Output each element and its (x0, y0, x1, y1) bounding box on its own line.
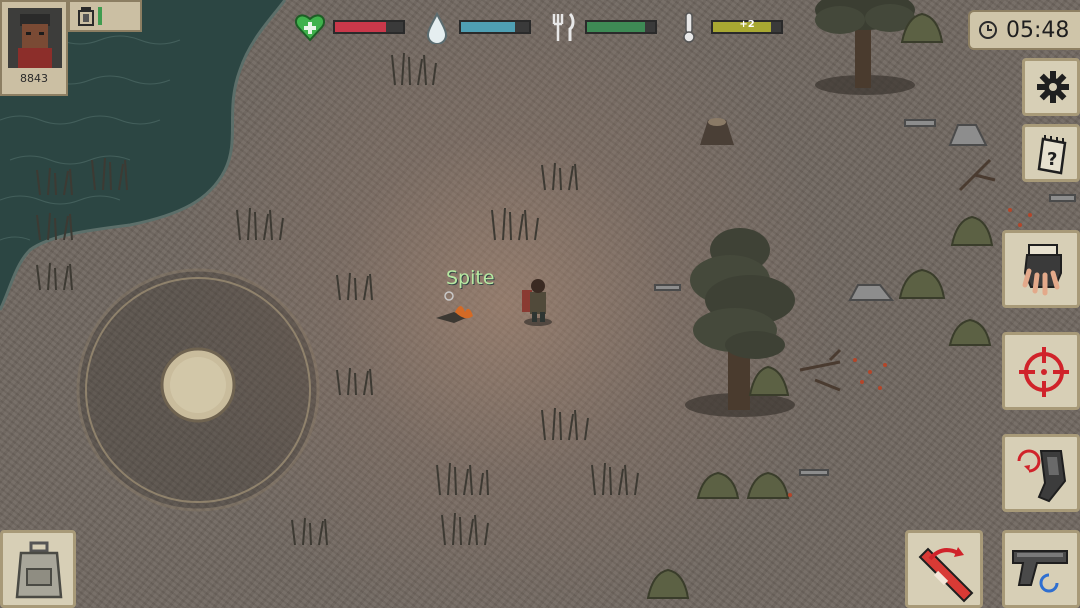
grab-hand-icon (1022, 244, 1062, 296)
swap-weapon-button[interactable] (905, 530, 983, 608)
berries (788, 208, 1032, 497)
game-clock: 05:48 (968, 10, 1080, 50)
tree-top (815, 0, 915, 95)
flare-swap-icon (918, 547, 974, 603)
player-character (522, 279, 552, 326)
heart-plus-icon (295, 14, 325, 42)
game-world[interactable]: Spite (0, 0, 1080, 608)
fork-knife-icon (552, 12, 575, 41)
notepad-question-icon: ? (1037, 135, 1067, 175)
campfire (436, 291, 473, 323)
pistol-icon (1012, 550, 1068, 593)
clock-icon (979, 21, 997, 39)
light-slot[interactable] (68, 0, 142, 32)
clock-time: 05:48 (1006, 17, 1070, 43)
avatar (8, 8, 62, 68)
world-scenery (0, 0, 1076, 599)
crosshair-icon (1019, 347, 1069, 397)
hunger-bar (585, 20, 657, 34)
water-drop-icon (426, 11, 448, 44)
gear-icon (1037, 71, 1069, 103)
thermometer-icon (683, 12, 695, 43)
bushes (646, 12, 994, 599)
health-bar (333, 20, 405, 34)
dead-branches (799, 158, 996, 392)
weapon-button[interactable] (1002, 530, 1080, 608)
virtual-joystick (76, 268, 320, 512)
journal-button[interactable]: ? (1022, 124, 1080, 182)
inventory-button[interactable] (0, 530, 76, 608)
lantern-icon (78, 7, 94, 26)
temperature-bar: +2 (711, 19, 783, 34)
tree-stump (700, 118, 734, 145)
player-id-number: 8843 (20, 72, 48, 85)
settings-button[interactable] (1022, 58, 1080, 116)
player-portrait[interactable]: 8843 (0, 0, 68, 96)
light-fuel-bar (98, 7, 102, 25)
player-name-label: Spite (446, 267, 495, 289)
svg-text:?: ? (1047, 149, 1057, 170)
backpack-icon (15, 541, 63, 599)
interact-button[interactable] (1002, 230, 1080, 308)
thirst-bar (459, 20, 531, 34)
aim-button[interactable] (1002, 332, 1080, 410)
reload-button[interactable] (1002, 434, 1080, 512)
temperature-value: +2 (739, 19, 755, 30)
reload-magazine-icon (1017, 449, 1067, 503)
